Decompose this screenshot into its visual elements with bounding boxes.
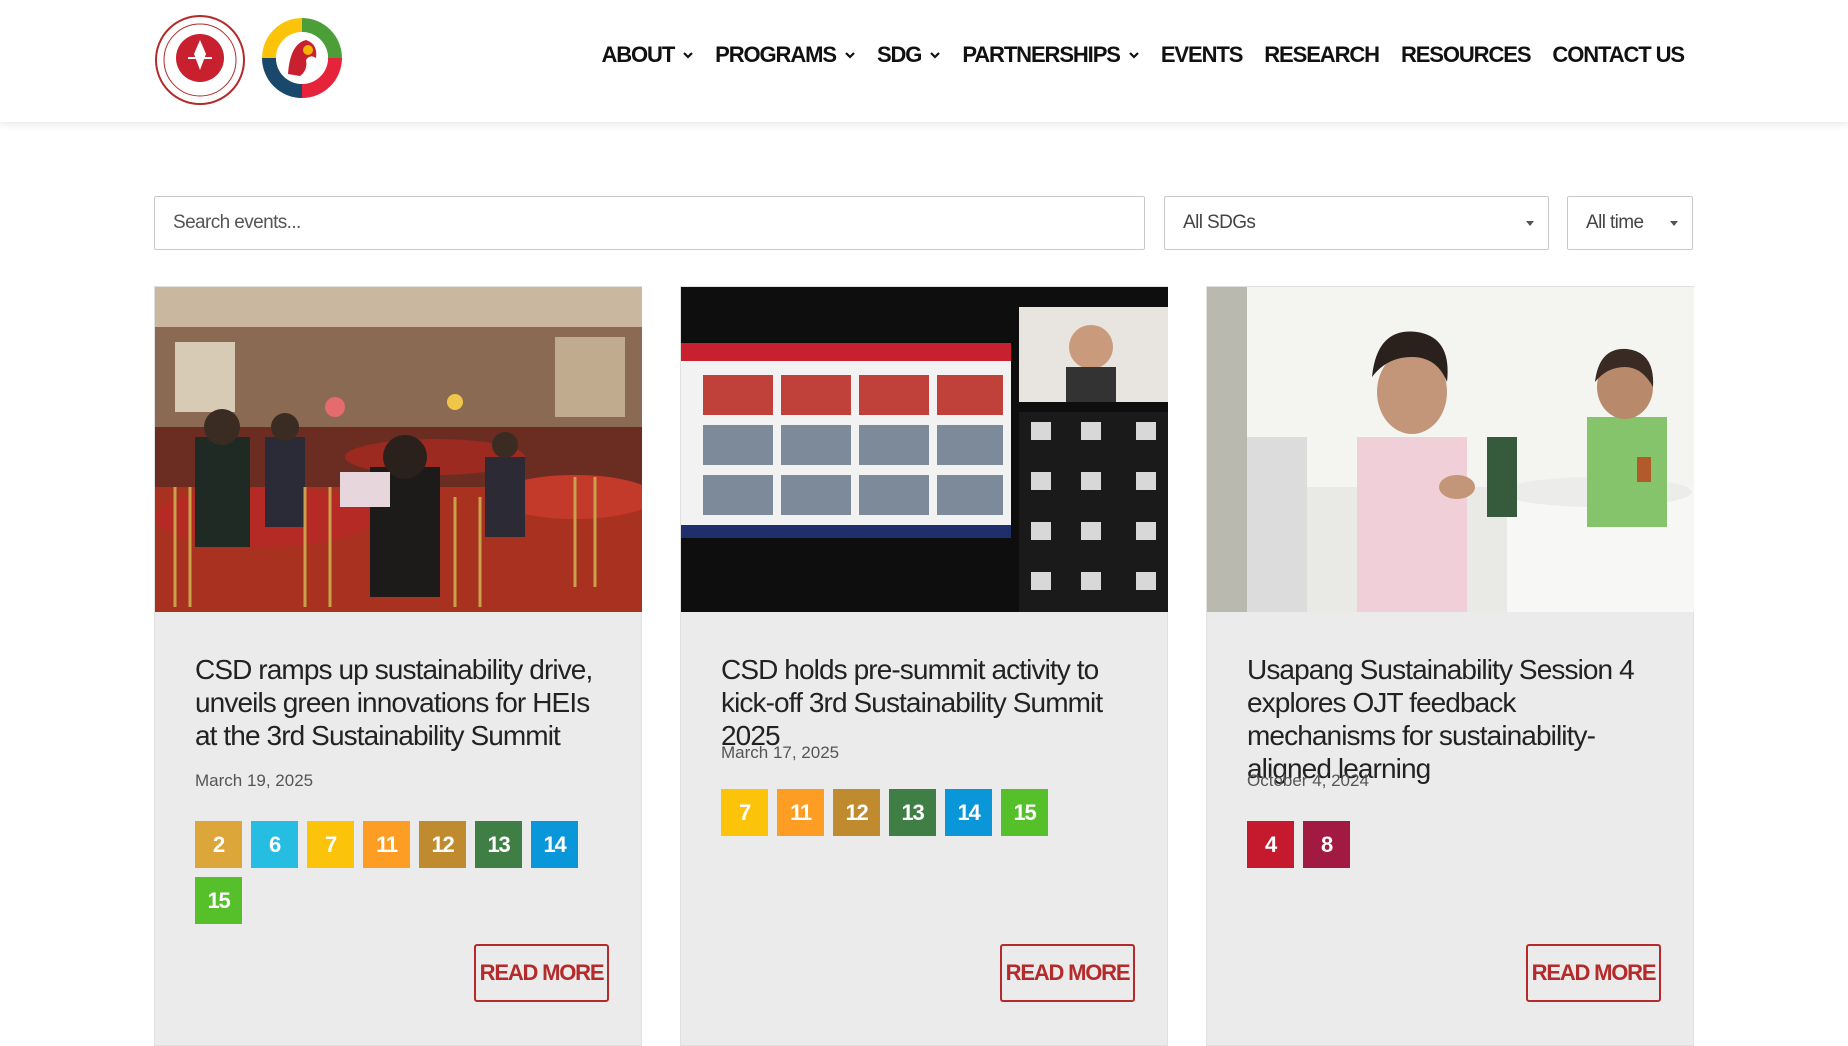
event-card[interactable]: Usapang Sustainability Session 4 explore… bbox=[1206, 286, 1694, 1046]
nav-events-label: EVENTS bbox=[1160, 42, 1244, 67]
sdg-7-tile[interactable]: 7 bbox=[307, 821, 354, 868]
main-nav: ABOUT PROGRAMS SDG PARTNERSHIPS EVENTS R… bbox=[601, 42, 1685, 68]
sdg-7-tile[interactable]: 7 bbox=[721, 789, 768, 836]
nav-about[interactable]: ABOUT bbox=[601, 42, 693, 68]
chevron-down-icon bbox=[845, 52, 855, 59]
event-card[interactable]: CSD holds pre-summit activity to kick-of… bbox=[680, 286, 1168, 1046]
event-title[interactable]: CSD holds pre-summit activity to kick-of… bbox=[721, 653, 1141, 752]
event-date: March 17, 2025 bbox=[721, 743, 840, 762]
nav-events[interactable]: EVENTS bbox=[1160, 42, 1244, 68]
event-date: October 4, 2024 bbox=[1247, 771, 1369, 790]
sdg-14-tile[interactable]: 14 bbox=[945, 789, 992, 836]
nav-contact-us[interactable]: CONTACT US bbox=[1552, 42, 1685, 68]
sdg-11-tile[interactable]: 11 bbox=[777, 789, 824, 836]
nav-resources[interactable]: RESOURCES bbox=[1400, 42, 1532, 68]
sdg-emblem-logo[interactable] bbox=[258, 14, 346, 102]
event-photo-discussion[interactable] bbox=[1207, 287, 1694, 612]
sdg-13-tile[interactable]: 13 bbox=[475, 821, 522, 868]
nav-contact-us-label: CONTACT US bbox=[1552, 42, 1685, 67]
event-photo-conference-hall[interactable] bbox=[155, 287, 642, 612]
time-filter-value: All time bbox=[1586, 212, 1644, 233]
sdg-6-tile[interactable]: 6 bbox=[251, 821, 298, 868]
event-card[interactable]: CSD ramps up sustainability drive, unvei… bbox=[154, 286, 642, 1046]
sdg-15-tile[interactable]: 15 bbox=[1001, 789, 1048, 836]
sdg-2-tile[interactable]: 2 bbox=[195, 821, 242, 868]
chevron-down-icon bbox=[930, 52, 941, 59]
event-title[interactable]: CSD ramps up sustainability drive, unvei… bbox=[195, 653, 615, 752]
nav-partnerships-label: PARTNERSHIPS bbox=[962, 42, 1121, 67]
read-more-button[interactable]: READ MORE bbox=[1526, 944, 1661, 1002]
event-title[interactable]: Usapang Sustainability Session 4 explore… bbox=[1247, 653, 1667, 785]
nav-sdg-label: SDG bbox=[876, 42, 922, 67]
event-date: March 19, 2025 bbox=[195, 771, 314, 790]
chevron-down-icon bbox=[683, 52, 693, 59]
sdg-filter-value: All SDGs bbox=[1183, 212, 1256, 233]
nav-research-label: RESEARCH bbox=[1264, 42, 1380, 67]
sdg-11-tile[interactable]: 11 bbox=[363, 821, 410, 868]
sdg-12-tile[interactable]: 12 bbox=[419, 821, 466, 868]
time-filter-select[interactable]: All time bbox=[1567, 196, 1693, 250]
sdg-tags: 7 11 12 13 14 15 bbox=[721, 789, 1141, 836]
sdg-tags: 4 8 bbox=[1247, 821, 1667, 868]
sdg-filter-select[interactable]: All SDGs bbox=[1164, 196, 1549, 250]
nav-programs-label: PROGRAMS bbox=[715, 42, 837, 67]
nav-partnerships[interactable]: PARTNERSHIPS bbox=[962, 42, 1139, 68]
search-events-input[interactable] bbox=[154, 196, 1145, 250]
read-more-button[interactable]: READ MORE bbox=[1000, 944, 1135, 1002]
sdg-15-tile[interactable]: 15 bbox=[195, 877, 242, 924]
sdg-12-tile[interactable]: 12 bbox=[833, 789, 880, 836]
nav-resources-label: RESOURCES bbox=[1400, 42, 1532, 67]
nav-about-label: ABOUT bbox=[601, 42, 675, 67]
sdg-4-tile[interactable]: 4 bbox=[1247, 821, 1294, 868]
sdg-14-tile[interactable]: 14 bbox=[531, 821, 578, 868]
nav-research[interactable]: RESEARCH bbox=[1264, 42, 1380, 68]
chevron-down-icon bbox=[1129, 52, 1139, 59]
sdg-tags: 2 6 7 11 12 13 14 15 bbox=[195, 821, 615, 924]
sdg-13-tile[interactable]: 13 bbox=[889, 789, 936, 836]
nav-sdg[interactable]: SDG bbox=[876, 42, 941, 68]
read-more-button[interactable]: READ MORE bbox=[474, 944, 609, 1002]
caret-down-icon bbox=[1526, 221, 1534, 226]
university-seal-logo[interactable] bbox=[154, 14, 246, 106]
nav-programs[interactable]: PROGRAMS bbox=[715, 42, 855, 68]
event-photo-video-call[interactable] bbox=[681, 287, 1168, 612]
sdg-8-tile[interactable]: 8 bbox=[1303, 821, 1350, 868]
site-header: ABOUT PROGRAMS SDG PARTNERSHIPS EVENTS R… bbox=[0, 0, 1848, 122]
caret-down-icon bbox=[1670, 221, 1678, 226]
